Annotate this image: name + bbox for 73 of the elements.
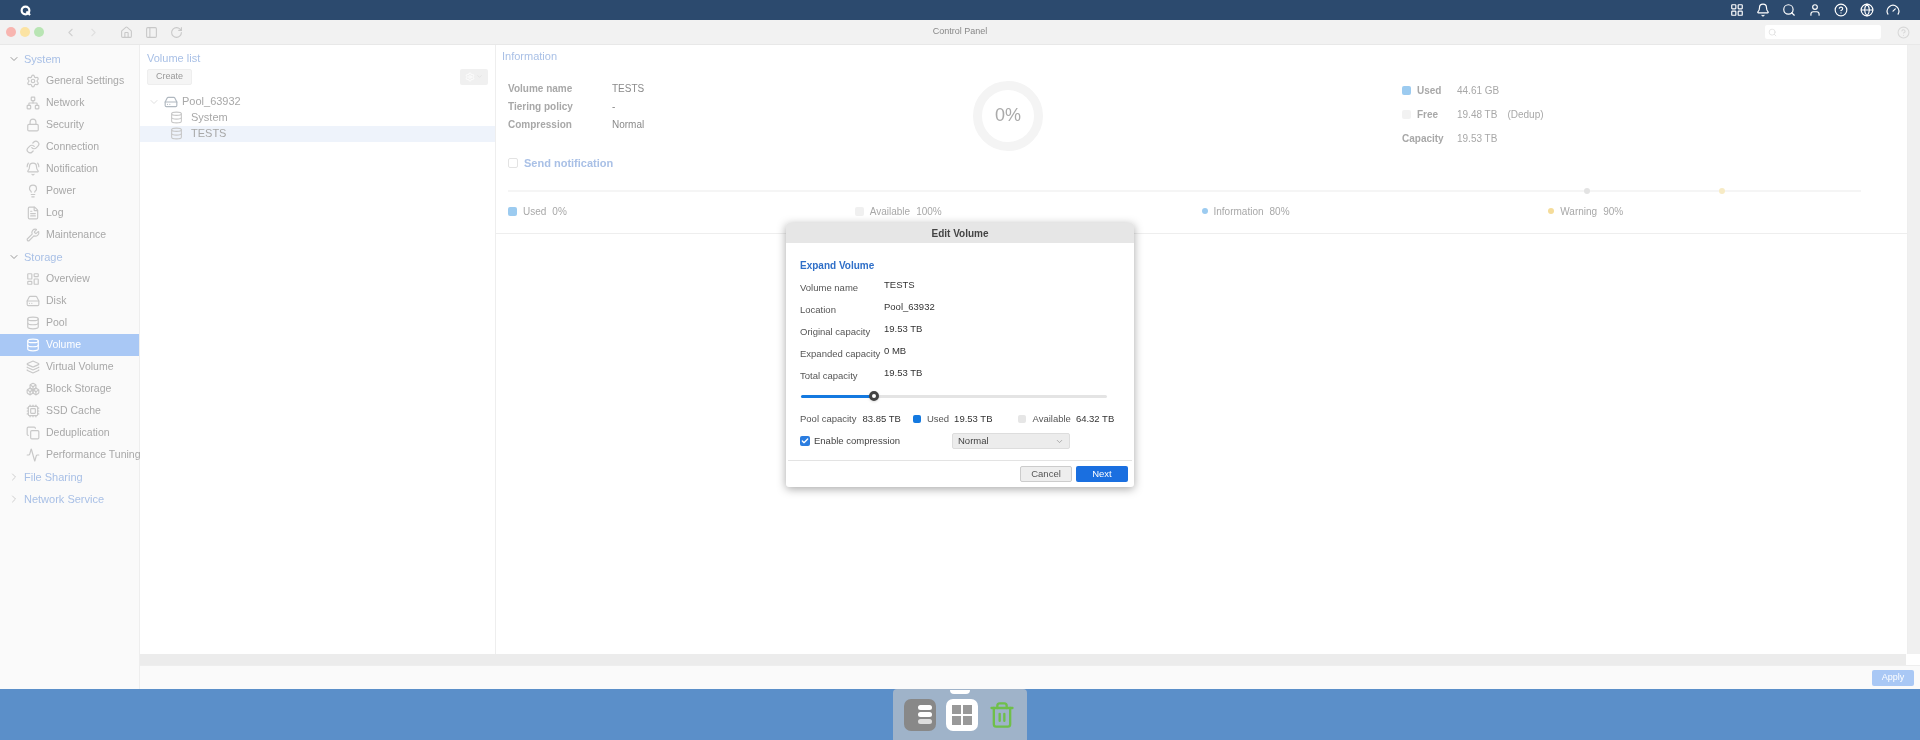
sidebar-item[interactable]: Power [0,180,139,202]
legend-value: 90% [1603,204,1624,219]
section-title: Expand Volume [800,259,876,273]
legend-value: 80% [1269,204,1290,219]
sidebar-item[interactable]: SSD Cache [0,400,139,422]
sidebar-group[interactable]: System [24,50,61,68]
tree-item[interactable]: TESTS [140,125,495,142]
legend-value: 0% [552,204,567,219]
sidebar-item[interactable]: Maintenance [0,224,139,246]
field-label: Expanded capacity [800,346,882,361]
sidebar-item[interactable]: Connection [0,136,139,158]
legend-label: Available [1032,411,1071,426]
usage-value: 19.48 TB [1457,108,1498,122]
field-value: TESTS [884,278,915,293]
usage-label: Free [1417,108,1440,122]
usage-note: (Dedup) [1507,108,1544,122]
sidebar-item[interactable]: Virtual Volume [0,356,139,378]
sidebar-item[interactable]: Performance Tuning [0,444,139,466]
usage-donut: 0% [973,80,1043,151]
legend-label: Available [869,204,911,219]
sidebar-item[interactable]: Deduplication [0,422,139,444]
field-label: Total capacity [800,368,859,383]
checkbox-label[interactable]: Enable compression [814,433,952,449]
section-title: Information [501,49,559,64]
field-value: TESTS [612,81,645,96]
legend-value: 100% [916,204,942,219]
usage-value: 44.61 GB [1457,84,1500,98]
next-button[interactable]: Next [1076,466,1128,482]
legend-label: Warning [1560,204,1598,219]
usage-value: 19.53 TB [1457,132,1498,146]
usage-label: Capacity [1402,132,1445,146]
legend-label: Information [1213,204,1264,219]
field-label: Original capacity [800,324,872,339]
legend-value: 64.32 TB [1075,411,1115,426]
field-label: Tiering policy [508,99,574,114]
usage-label: Used [1417,84,1443,98]
checkbox-label[interactable]: Send notification [524,154,614,171]
sidebar-item[interactable]: Security [0,114,139,136]
cancel-button[interactable]: Cancel [1020,466,1072,482]
compression-select[interactable]: Normal [952,433,1070,449]
legend-value: 19.53 TB [954,411,993,426]
sidebar-item[interactable]: Overview [0,268,139,290]
sidebar-item[interactable]: Notification [0,158,139,180]
dialog-title: Edit Volume [786,223,1134,243]
create-button[interactable]: Create [147,68,192,85]
sidebar-item[interactable]: Block Storage [0,378,139,400]
field-value: Pool_63932 [884,300,935,315]
tree-item[interactable]: System [140,109,495,126]
sidebar-item[interactable]: Volume [0,334,139,356]
field-value: Normal [612,117,645,132]
field-label: Volume name [508,81,574,96]
sidebar-group[interactable]: Storage [24,248,63,266]
field-label: Compression [508,117,573,132]
field-value: 0 MB [884,344,907,359]
field-value: - [612,99,616,114]
field-label: Pool capacity [800,411,857,426]
legend-label: Used [926,411,950,426]
field-value: 83.85 TB [862,411,901,426]
sidebar-group[interactable]: Network Service [24,490,105,508]
window-title: Control Panel [932,25,988,39]
sidebar-group[interactable]: File Sharing [24,468,83,486]
legend-label: Used [523,204,547,219]
section-title: Volume list [146,51,202,66]
field-label: Location [800,302,837,317]
field-label: Volume name [800,280,860,295]
sidebar-item[interactable]: General Settings [0,70,139,92]
field-value: 19.53 TB [884,322,923,337]
field-value: 19.53 TB [884,366,923,381]
sidebar-item[interactable]: Pool [0,312,139,334]
sidebar-item[interactable]: Disk [0,290,139,312]
sidebar-item[interactable]: Network [0,92,139,114]
tree-item[interactable]: Pool_63932 [182,93,241,110]
sidebar-item[interactable]: Log [0,202,139,224]
